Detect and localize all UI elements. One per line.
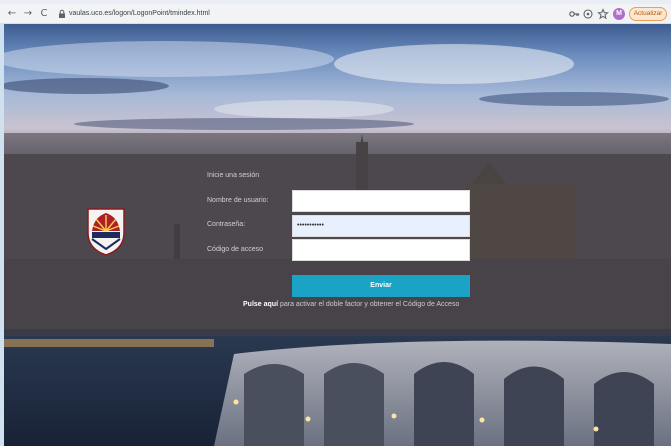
back-button[interactable]: ← [5,7,19,21]
address-bar[interactable]: vaulas.uco.es/logon/LogonPoint/tmindex.h… [55,6,605,22]
password-label: Contraseña: [207,221,246,228]
password-input[interactable]: ••••••••••• [292,215,470,237]
lock-icon [59,9,65,18]
reload-button[interactable]: C [37,7,51,21]
activate-2fa-link[interactable]: Pulse aquí [243,301,278,308]
profile-avatar[interactable]: M [613,8,625,20]
browser-window: ← → C vaulas.uco.es/logon/LogonPoint/tmi… [0,0,671,446]
share-icon[interactable] [582,8,594,20]
browser-toolbar: ← → C vaulas.uco.es/logon/LogonPoint/tmi… [0,4,671,24]
username-input[interactable] [292,190,470,212]
page-viewport: Inicie una sesión Nombre de usuario: Con… [4,24,671,446]
key-icon[interactable] [568,8,580,20]
forward-button[interactable]: → [21,7,35,21]
username-label: Nombre de usuario: [207,197,269,204]
url-text: vaulas.uco.es/logon/LogonPoint/tmindex.h… [69,10,210,17]
two-factor-hint: Pulse aquí para activar el doble factor … [243,301,459,308]
submit-button[interactable]: Enviar [292,275,470,297]
star-icon[interactable] [597,8,609,20]
signin-title: Inicie una sesión [207,172,260,179]
hint-text: para activar el doble factor y obtener e… [278,301,460,308]
update-browser-button[interactable]: Actualizar [629,7,667,21]
university-shield-icon [87,208,125,256]
access-code-label: Código de acceso [207,246,264,253]
access-code-input[interactable] [292,239,470,261]
